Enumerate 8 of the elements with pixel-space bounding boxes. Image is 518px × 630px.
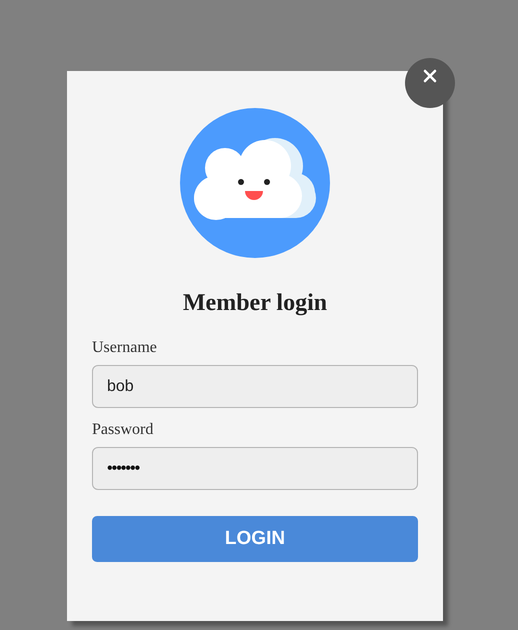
username-field[interactable]: bob — [92, 365, 418, 408]
close-button[interactable] — [405, 58, 455, 108]
field-label: Username — [92, 338, 158, 358]
password-field[interactable]: ••••••• — [92, 447, 418, 490]
field-label: Password — [92, 420, 154, 440]
dialog-title: Member login — [182, 289, 328, 318]
login-button[interactable]: LOGIN — [92, 516, 418, 562]
cloud-logo-icon — [180, 108, 330, 258]
